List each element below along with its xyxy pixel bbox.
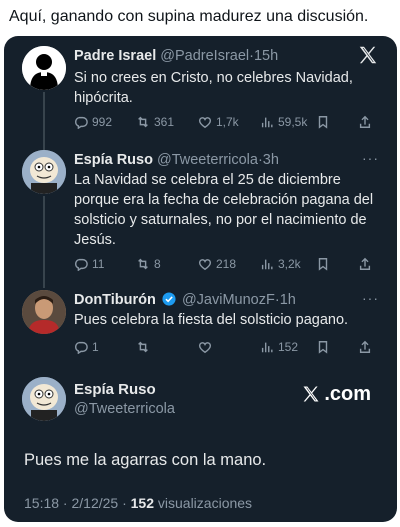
post-actions: 1 152 bbox=[74, 338, 381, 356]
bar-chart-icon bbox=[261, 259, 273, 270]
post-text: Pues celebra la fiesta del solsticio pag… bbox=[74, 312, 349, 328]
bar-chart-icon bbox=[261, 117, 273, 128]
share-button[interactable] bbox=[358, 115, 378, 129]
author-handle[interactable]: @Tweeterricola bbox=[157, 152, 258, 168]
views-button[interactable]: 152 bbox=[260, 340, 316, 354]
like-count: 1,7k bbox=[216, 115, 239, 129]
post-meta: 15:18 · 2/12/25 · 152 visualizaciones bbox=[24, 495, 252, 511]
heart-icon bbox=[198, 259, 212, 271]
thread-line bbox=[43, 196, 45, 288]
repost-icon bbox=[138, 258, 148, 270]
share-icon bbox=[359, 115, 371, 128]
reply-icon bbox=[75, 116, 88, 129]
post-header: Espía Ruso @Tweeterricola·3h bbox=[74, 150, 375, 170]
profile-photo-icon bbox=[22, 290, 66, 334]
bookmark-button[interactable] bbox=[316, 257, 358, 271]
x-com-watermark: .com bbox=[301, 382, 371, 406]
author-name[interactable]: Espía Ruso bbox=[74, 381, 156, 398]
repost-button[interactable]: 361 bbox=[136, 115, 198, 129]
post-caption: Aquí, ganando con supina madurez una dis… bbox=[9, 8, 369, 25]
reply-icon bbox=[75, 258, 88, 271]
post-actions: 11 8 218 3,2k bbox=[74, 255, 381, 273]
post-time[interactable]: 3h bbox=[263, 152, 279, 168]
views-label: visualizaciones bbox=[154, 495, 253, 511]
like-count: 218 bbox=[216, 257, 237, 271]
heart-icon bbox=[198, 117, 212, 129]
author-name[interactable]: DonTiburón bbox=[74, 292, 156, 308]
bookmark-icon bbox=[318, 258, 328, 271]
author-handle[interactable]: @Tweeterricola bbox=[74, 401, 175, 417]
views-button[interactable]: 59,5k bbox=[260, 115, 316, 129]
repost-count: 8 bbox=[154, 257, 161, 271]
avatar[interactable] bbox=[22, 290, 66, 334]
bookmark-button[interactable] bbox=[316, 115, 358, 129]
post-text: La Navidad se celebra el 25 de diciembre… bbox=[74, 172, 374, 248]
focused-post-text: Pues me la agarras con la mano. bbox=[24, 451, 267, 469]
post-header: DonTiburón @JaviMunozF·1h bbox=[74, 290, 375, 310]
reply-icon bbox=[75, 341, 88, 354]
post-date[interactable]: 15:18 · 2/12/25 · bbox=[24, 495, 131, 511]
x-com-label: .com bbox=[324, 382, 371, 405]
share-button[interactable] bbox=[358, 340, 378, 354]
reply-count: 1 bbox=[92, 340, 99, 354]
author-handle[interactable]: @JaviMunozF bbox=[182, 292, 275, 308]
repost-icon bbox=[138, 341, 148, 353]
more-options-icon[interactable]: ··· bbox=[362, 150, 379, 166]
heart-icon bbox=[198, 342, 212, 354]
priest-silhouette-icon bbox=[22, 46, 66, 90]
view-count: 152 bbox=[278, 340, 299, 354]
author-name[interactable]: Padre Israel bbox=[74, 48, 156, 64]
share-button[interactable] bbox=[358, 257, 378, 271]
bookmark-button[interactable] bbox=[316, 340, 358, 354]
post-text: Si no crees en Cristo, no celebres Navid… bbox=[74, 70, 353, 106]
views-button[interactable]: 3,2k bbox=[260, 257, 316, 271]
avatar[interactable] bbox=[22, 377, 66, 421]
view-count: 3,2k bbox=[278, 257, 301, 271]
author-handle[interactable]: @PadreIsrael bbox=[160, 48, 249, 64]
repost-icon bbox=[138, 116, 148, 128]
more-options-icon[interactable]: ··· bbox=[362, 290, 379, 306]
repost-count: 361 bbox=[154, 115, 175, 129]
reply-button[interactable]: 1 bbox=[74, 340, 136, 354]
avatar[interactable] bbox=[22, 46, 66, 90]
bookmark-icon bbox=[318, 116, 328, 129]
cartoon-avatar-icon bbox=[22, 150, 66, 194]
avatar[interactable] bbox=[22, 150, 66, 194]
bar-chart-icon bbox=[261, 342, 273, 353]
x-logo-icon bbox=[303, 386, 319, 402]
view-count: 59,5k bbox=[278, 115, 308, 129]
thread-line bbox=[43, 92, 45, 150]
like-button[interactable]: 1,7k bbox=[198, 115, 260, 129]
repost-button[interactable] bbox=[136, 340, 198, 354]
share-icon bbox=[359, 340, 371, 353]
cartoon-avatar-icon bbox=[22, 377, 66, 421]
reply-button[interactable]: 992 bbox=[74, 115, 136, 129]
reply-button[interactable]: 11 bbox=[74, 257, 136, 271]
like-button[interactable] bbox=[198, 340, 260, 354]
screenshot-card: Padre Israel @PadreIsrael·15h Si no cree… bbox=[4, 36, 397, 522]
verified-badge-icon bbox=[162, 292, 176, 306]
like-button[interactable]: 218 bbox=[198, 257, 260, 271]
post-actions: 992 361 1,7k 59,5k bbox=[74, 113, 381, 131]
bookmark-icon bbox=[318, 341, 328, 354]
post-time[interactable]: 15h bbox=[254, 48, 278, 64]
repost-button[interactable]: 8 bbox=[136, 257, 198, 271]
share-icon bbox=[359, 257, 371, 270]
views-count: 152 bbox=[130, 495, 154, 511]
author-name[interactable]: Espía Ruso bbox=[74, 152, 153, 168]
reply-count: 992 bbox=[92, 115, 113, 129]
post-header: Padre Israel @PadreIsrael·15h bbox=[74, 46, 375, 66]
post-time[interactable]: 1h bbox=[280, 292, 296, 308]
reply-count: 11 bbox=[92, 257, 105, 271]
